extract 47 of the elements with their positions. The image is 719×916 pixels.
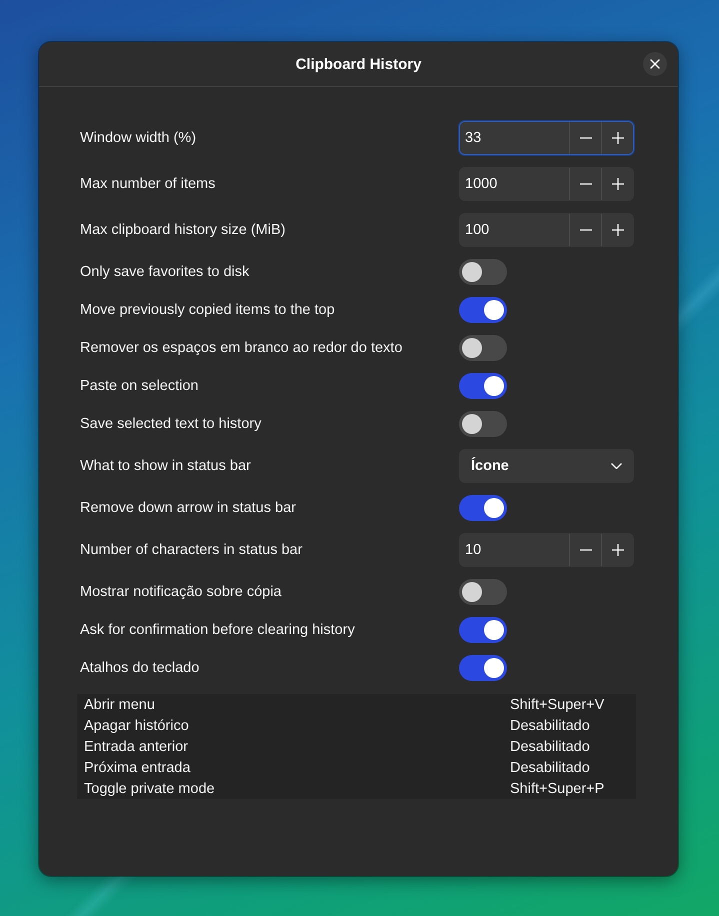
toggle-switch[interactable]	[459, 335, 507, 361]
setting-label: Paste on selection	[80, 378, 198, 394]
setting-label: Max number of items	[80, 176, 216, 192]
plus-icon	[612, 224, 624, 236]
shortcut-keys: Desabilitado	[510, 738, 590, 754]
shortcut-keys: Desabilitado	[510, 718, 590, 734]
setting-label: Number of characters in status bar	[80, 542, 302, 558]
close-icon	[650, 59, 660, 69]
plus-icon	[612, 178, 624, 190]
minus-icon	[580, 549, 592, 551]
toggle-switch[interactable]	[459, 373, 507, 399]
toggle-switch[interactable]	[459, 617, 507, 643]
plus-icon	[612, 132, 624, 144]
shortcut-action: Próxima entrada	[83, 760, 190, 776]
shortcut-keys: Desabilitado	[510, 760, 590, 776]
shortcut-action: Apagar histórico	[83, 718, 189, 734]
setting-label: Save selected text to history	[80, 416, 262, 432]
increment-button[interactable]	[601, 122, 633, 154]
toggle-switch[interactable]	[459, 297, 507, 323]
chevron-down-icon	[611, 463, 622, 469]
toggle-switch[interactable]	[459, 259, 507, 285]
setting-label: Move previously copied items to the top	[80, 302, 335, 318]
minus-icon	[580, 229, 592, 231]
minus-icon	[580, 137, 592, 139]
setting-label: Remover os espaços em branco ao redor do texto	[80, 340, 402, 356]
setting-label: Remove down arrow in status bar	[80, 500, 296, 516]
setting-label: Window width (%)	[80, 130, 196, 146]
window-title: Clipboard History	[296, 56, 422, 72]
close-button[interactable]	[643, 52, 667, 76]
dropdown[interactable]: Ícone	[459, 449, 634, 483]
setting-label: What to show in status bar	[80, 458, 251, 474]
setting-label: Mostrar notificação sobre cópia	[80, 584, 282, 600]
setting-label: Max clipboard history size (MiB)	[80, 222, 286, 238]
plus-icon	[612, 544, 624, 556]
toggle-switch[interactable]	[459, 495, 507, 521]
shortcut-keys: Shift+Super+V	[510, 696, 604, 712]
shortcut-action: Toggle private mode	[83, 780, 215, 796]
setting-label: Ask for confirmation before clearing history	[80, 622, 355, 638]
toggle-switch[interactable]	[459, 655, 507, 681]
minus-icon	[580, 183, 592, 185]
shortcut-keys: Shift+Super+P	[510, 780, 604, 796]
setting-label: Only save favorites to disk	[80, 264, 250, 280]
toggle-switch[interactable]	[459, 579, 507, 605]
shortcut-action: Abrir menu	[83, 696, 155, 712]
setting-label: Atalhos do teclado	[80, 660, 200, 676]
shortcut-action: Entrada anterior	[83, 738, 188, 754]
toggle-switch[interactable]	[459, 411, 507, 437]
